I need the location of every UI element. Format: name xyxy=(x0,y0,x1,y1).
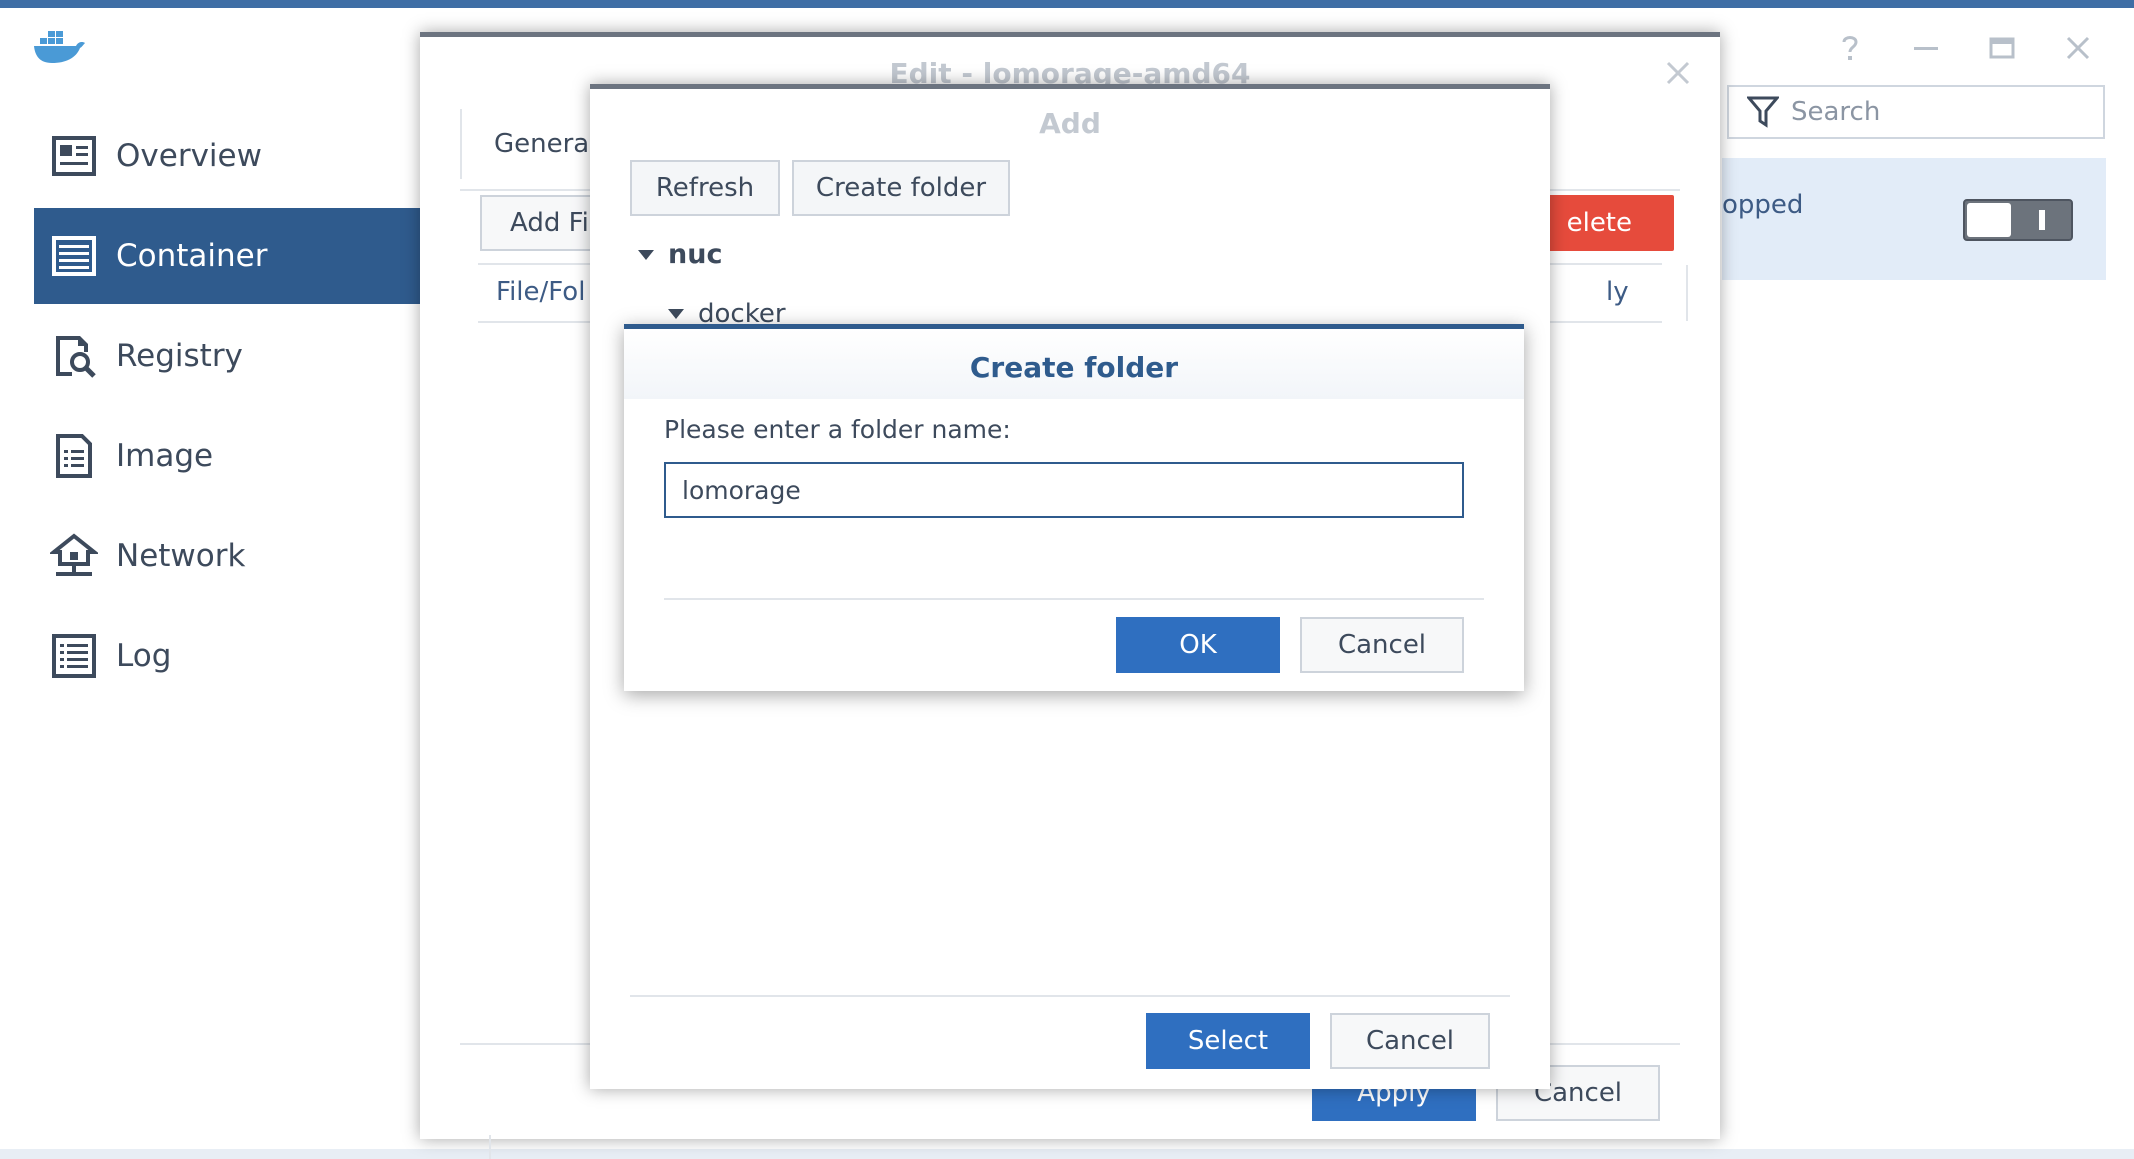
tab-general[interactable]: General xyxy=(460,109,596,179)
sidebar-item-label: Image xyxy=(116,438,214,474)
maximize-icon[interactable] xyxy=(1986,32,2018,64)
add-dialog-title: Add xyxy=(1039,107,1101,140)
close-icon[interactable] xyxy=(1664,59,1692,87)
column-read-only: ly xyxy=(1606,277,1629,307)
log-icon xyxy=(52,634,96,678)
add-cancel-button[interactable]: Cancel xyxy=(1330,1013,1490,1069)
sidebar-item-overview[interactable]: Overview xyxy=(34,108,420,204)
docker-logo-icon xyxy=(30,26,88,70)
search-input[interactable]: Search xyxy=(1727,85,2105,139)
network-icon xyxy=(50,533,98,576)
sidebar-item-network[interactable]: Network xyxy=(34,508,420,604)
refresh-button[interactable]: Refresh xyxy=(630,160,780,216)
sidebar-item-container[interactable]: Container xyxy=(34,208,420,304)
container-run-toggle[interactable] xyxy=(1963,199,2073,241)
sidebar-item-label: Log xyxy=(116,638,172,674)
create-folder-button[interactable]: Create folder xyxy=(792,160,1010,216)
registry-icon xyxy=(56,336,96,378)
sidebar-item-label: Network xyxy=(116,538,246,574)
ok-button[interactable]: OK xyxy=(1116,617,1280,673)
toggle-bar xyxy=(2039,210,2045,230)
create-folder-dialog: Create folder Please enter a folder name… xyxy=(624,324,1524,691)
panel-divider xyxy=(489,1135,491,1159)
minimize-icon[interactable] xyxy=(1910,32,1942,64)
create-folder-title: Create folder xyxy=(969,351,1179,384)
sidebar-item-log[interactable]: Log xyxy=(34,608,420,704)
help-icon[interactable] xyxy=(1834,32,1866,64)
docker-app-window: Overview Container Registry Image Networ… xyxy=(0,0,2134,1159)
window-controls xyxy=(1834,32,2094,64)
folder-name-input[interactable] xyxy=(664,462,1464,518)
close-icon[interactable] xyxy=(2062,32,2094,64)
column-separator xyxy=(1686,265,1688,321)
sidebar-item-registry[interactable]: Registry xyxy=(34,308,420,404)
search-placeholder: Search xyxy=(1791,97,1881,127)
sidebar-item-label: Container xyxy=(116,238,268,274)
footer-divider xyxy=(664,598,1484,600)
chevron-down-icon[interactable] xyxy=(638,249,654,260)
container-icon xyxy=(52,236,96,276)
container-status: opped xyxy=(1722,190,1804,220)
overview-icon xyxy=(52,136,96,176)
sidebar: Overview Container Registry Image Networ… xyxy=(34,108,420,708)
folder-name-label: Please enter a folder name: xyxy=(664,415,1011,444)
filter-icon xyxy=(1747,96,1779,128)
column-file-folder: File/Fol xyxy=(496,277,586,307)
create-folder-cancel-button[interactable]: Cancel xyxy=(1300,617,1464,673)
footer-divider xyxy=(630,995,1510,997)
sidebar-item-label: Overview xyxy=(116,138,262,174)
image-icon xyxy=(56,434,92,478)
tree-item-label: nuc xyxy=(668,239,723,270)
sidebar-item-image[interactable]: Image xyxy=(34,408,420,504)
select-button[interactable]: Select xyxy=(1146,1013,1310,1069)
toggle-knob xyxy=(1967,203,2011,237)
sidebar-item-label: Registry xyxy=(116,338,243,374)
tree-item-nuc[interactable]: nuc xyxy=(638,239,722,270)
chevron-down-icon[interactable] xyxy=(668,309,684,319)
